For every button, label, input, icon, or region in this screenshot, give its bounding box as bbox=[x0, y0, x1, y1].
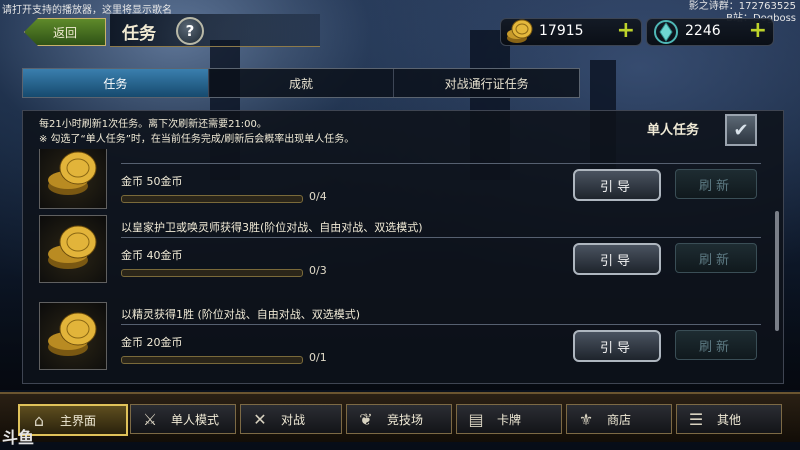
help-button[interactable]: ? bbox=[176, 17, 204, 45]
quest-reward: 金币 20金币 bbox=[121, 336, 183, 349]
gold-counter: 17915 + bbox=[500, 18, 642, 46]
quest-description: 以皇家护卫或唤灵师获得3胜(阶位对战、自由对战、双选模式) bbox=[121, 221, 423, 234]
quest-progress-bar bbox=[121, 356, 303, 364]
quest-progress: 0/4 bbox=[309, 190, 327, 203]
divider bbox=[121, 324, 761, 325]
solo-quest-note: ※ 勾选了“单人任务”时，在当前任务完成/刷新后会概率出现单人任务。 bbox=[39, 134, 355, 145]
quest-tabs: 任务 成就 对战通行证任务 bbox=[22, 68, 580, 98]
cards-icon: ▤ bbox=[468, 409, 484, 429]
scrollbar[interactable] bbox=[775, 211, 779, 331]
quest-reward: 金币 40金币 bbox=[121, 249, 183, 262]
nav-shop[interactable]: ⚜ 商店 bbox=[566, 404, 672, 434]
quest-row: 以精灵获得1胜 (阶位对战、自由对战、双选模式) 金币 20金币 0/1 引导 … bbox=[39, 302, 763, 382]
refresh-button[interactable]: 刷新 bbox=[675, 169, 757, 199]
refresh-button[interactable]: 刷新 bbox=[675, 330, 757, 360]
refresh-info: 每21小时刷新1次任务。离下次刷新还需要21:00。 bbox=[39, 119, 267, 130]
back-button[interactable]: 返回 bbox=[24, 18, 106, 46]
check-icon: ✔ bbox=[733, 119, 749, 141]
tab-quests[interactable]: 任务 bbox=[23, 69, 209, 97]
quest-progress-bar bbox=[121, 195, 303, 203]
tab-battle-pass-quests[interactable]: 对战通行证任务 bbox=[394, 69, 579, 97]
nav-label: 主界面 bbox=[60, 413, 97, 428]
more-icon: ☰ bbox=[688, 409, 704, 429]
tab-achievements[interactable]: 成就 bbox=[209, 69, 395, 97]
laurel-icon: ❦ bbox=[359, 409, 373, 429]
page-title: 任务 bbox=[122, 24, 156, 44]
quest-row: 以皇家护卫或唤灵师获得3胜(阶位对战、自由对战、双选模式) 金币 40金币 0/… bbox=[39, 215, 763, 295]
add-crystal-button[interactable]: + bbox=[749, 20, 767, 42]
divider bbox=[121, 237, 761, 238]
nav-arena[interactable]: ❦ 竞技场 bbox=[346, 404, 452, 434]
quest-progress: 0/1 bbox=[309, 351, 327, 364]
nav-cards[interactable]: ▤ 卡牌 bbox=[456, 404, 562, 434]
quest-reward: 金币 50金币 bbox=[121, 175, 183, 188]
nav-other[interactable]: ☰ 其他 bbox=[676, 404, 782, 434]
quest-panel: 每21小时刷新1次任务。离下次刷新还需要21:00。 ※ 勾选了“单人任务”时，… bbox=[22, 110, 784, 384]
nav-label: 对战 bbox=[281, 412, 306, 427]
gold-coin-icon bbox=[507, 19, 533, 43]
nav-label: 其他 bbox=[717, 412, 742, 427]
shop-icon: ⚜ bbox=[578, 409, 594, 429]
guide-button[interactable]: 引导 bbox=[573, 169, 661, 201]
quest-progress-bar bbox=[121, 269, 303, 277]
gold-value: 17915 bbox=[539, 23, 584, 39]
gold-coins-icon bbox=[39, 302, 107, 370]
quest-row: 金币 50金币 0/4 引导 刷新 bbox=[39, 149, 763, 221]
crystal-counter: 2246 + bbox=[646, 18, 774, 46]
nav-label: 单人模式 bbox=[171, 412, 220, 427]
nav-label: 商店 bbox=[607, 412, 632, 427]
guide-button[interactable]: 引导 bbox=[573, 330, 661, 362]
gold-coins-icon bbox=[39, 149, 107, 209]
sword-icon: ⚔ bbox=[142, 409, 158, 429]
title-bar: 任务 ? bbox=[110, 14, 320, 47]
solo-quest-label: 单人任务 bbox=[647, 123, 700, 138]
streamer-group: 影之诗群：172763525 bbox=[688, 1, 796, 12]
nav-solo-mode[interactable]: ⚔ 单人模式 bbox=[130, 404, 236, 434]
crossed-swords-icon: ✕ bbox=[253, 409, 267, 429]
gold-coins-icon bbox=[39, 215, 107, 283]
nav-battle[interactable]: ✕ 对战 bbox=[240, 404, 342, 434]
quest-description: 以精灵获得1胜 (阶位对战、自由对战、双选模式) bbox=[121, 308, 361, 321]
solo-quest-checkbox[interactable]: ✔ bbox=[725, 114, 757, 146]
quest-list[interactable]: 金币 50金币 0/4 引导 刷新 以皇家护卫或唤灵师获得3胜(阶位对战、自由对… bbox=[23, 149, 783, 383]
crystal-icon bbox=[654, 20, 678, 44]
divider bbox=[121, 163, 761, 164]
quest-progress: 0/3 bbox=[309, 264, 327, 277]
guide-button[interactable]: 引导 bbox=[573, 243, 661, 275]
platform-logo: 斗鱼 bbox=[2, 428, 35, 447]
refresh-button[interactable]: 刷新 bbox=[675, 243, 757, 273]
nav-home[interactable]: ⌂ 主界面 bbox=[18, 404, 128, 436]
nav-label: 竞技场 bbox=[387, 412, 424, 427]
nav-label: 卡牌 bbox=[497, 412, 522, 427]
crystal-value: 2246 bbox=[685, 23, 721, 39]
add-gold-button[interactable]: + bbox=[617, 20, 635, 42]
